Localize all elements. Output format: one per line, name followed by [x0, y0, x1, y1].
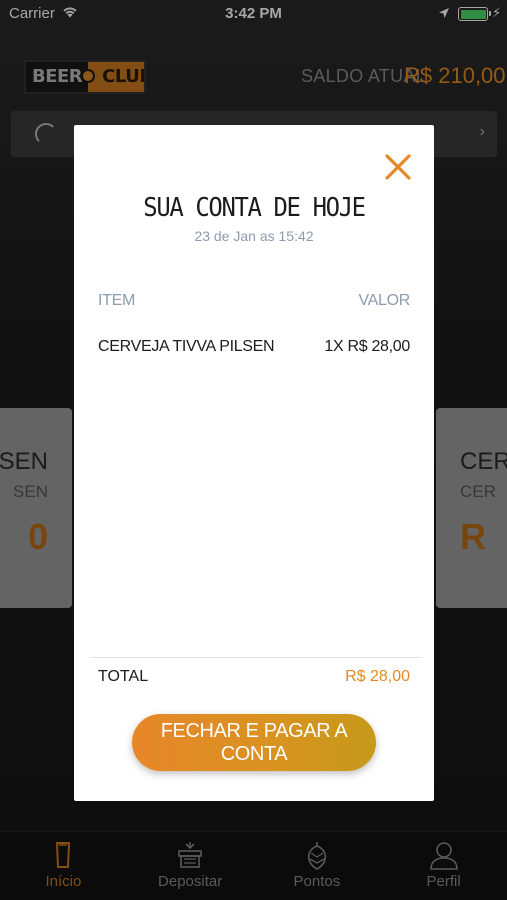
- close-and-pay-button[interactable]: FECHAR E PAGAR A CONTA: [132, 714, 376, 771]
- close-icon[interactable]: [384, 153, 412, 181]
- bill-item-row: CERVEJA TIVVA PILSEN 1X R$ 28,00: [98, 338, 410, 360]
- total-label: TOTAL: [98, 668, 149, 685]
- bill-date: 23 de Jan as 15:42: [194, 228, 314, 244]
- divider: [90, 657, 422, 658]
- column-header-valor: VALOR: [358, 292, 410, 309]
- item-value: 1X R$ 28,00: [324, 338, 410, 355]
- bill-modal: SUA CONTA DE HOJE 23 de Jan as 15:42 ITE…: [74, 125, 434, 801]
- app-screen: Carrier 3:42 PM ⚡ BEER CLUB SALDO ATUAL …: [0, 0, 507, 900]
- column-header-item: ITEM: [98, 292, 136, 309]
- modal-title: SUA CONTA DE HOJE: [143, 193, 366, 223]
- item-name: CERVEJA TIVVA PILSEN: [98, 338, 275, 355]
- total-value: R$ 28,00: [345, 668, 410, 685]
